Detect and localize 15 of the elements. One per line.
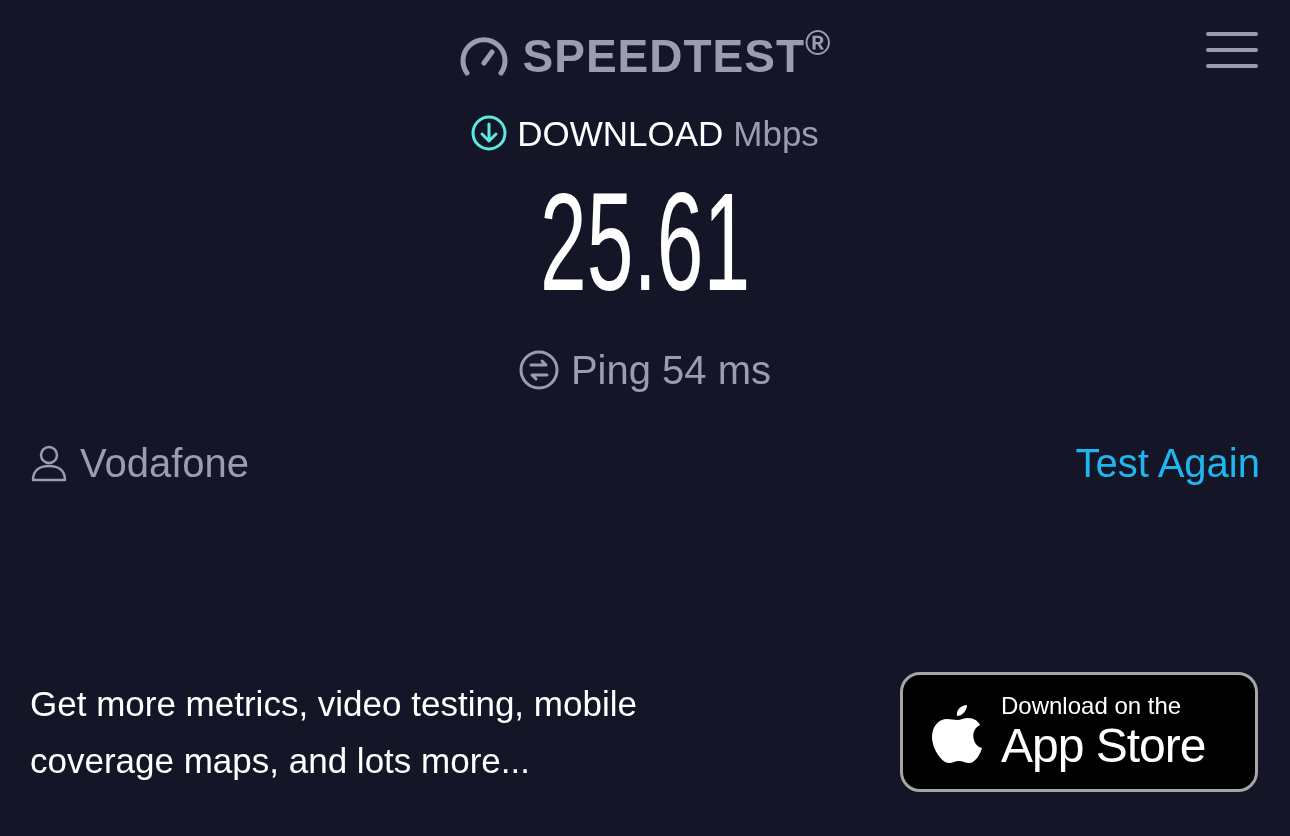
promo-text: Get more metrics, video testing, mobile coverage maps, and lots more... [30, 683, 638, 782]
ping-text: Ping 54 ms [570, 350, 772, 390]
badge-title: App Store [1001, 722, 1206, 770]
download-icon [471, 115, 508, 151]
unit-label: Mbps [733, 115, 819, 151]
menu-icon[interactable] [1206, 30, 1258, 70]
speed-value: 25.61 [539, 172, 751, 312]
gauge-icon [458, 35, 509, 77]
test-again-link[interactable]: Test Again [1075, 443, 1260, 483]
provider-name: Vodafone [80, 443, 250, 483]
ping-icon [518, 350, 559, 390]
badge-caption: Download on the [1001, 694, 1183, 718]
person-icon [30, 444, 68, 482]
download-label: DOWNLOAD [517, 115, 724, 151]
app-store-badge[interactable]: Download on the App Store [900, 672, 1258, 792]
